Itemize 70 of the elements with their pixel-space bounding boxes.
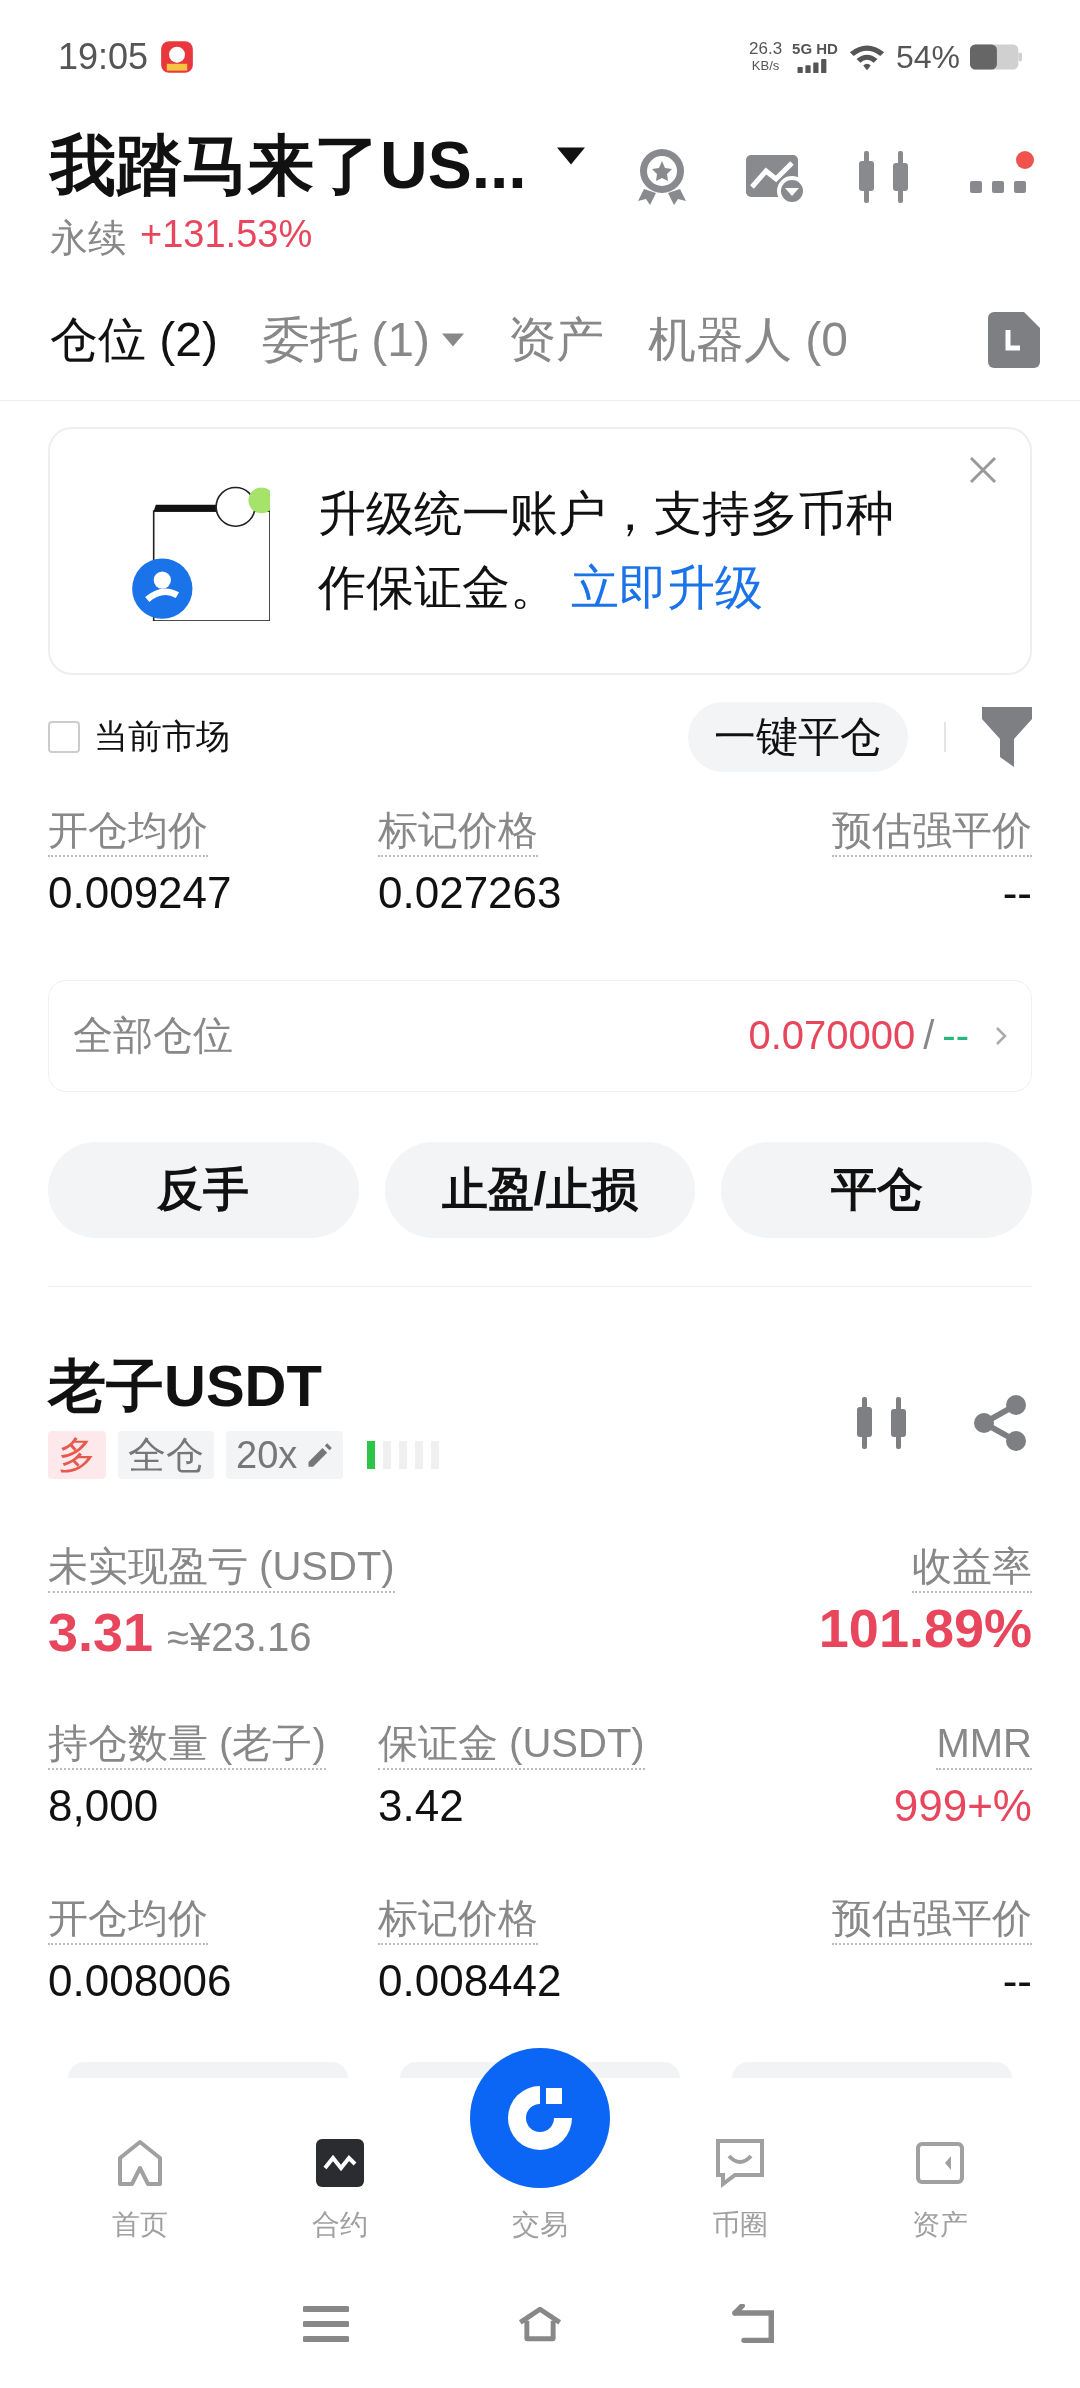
- field-label: 收益率: [912, 1541, 1032, 1594]
- battery-icon: [970, 44, 1022, 71]
- field-label: 标记价格: [378, 1893, 538, 1946]
- field-value: 999+%: [893, 1780, 1032, 1833]
- close-icon[interactable]: [968, 454, 998, 485]
- position-symbol: 老子USDT: [48, 1352, 323, 1421]
- separator: /: [923, 1013, 935, 1059]
- status-time: 19:05: [58, 36, 149, 79]
- tab[interactable]: 委托 (1): [262, 307, 464, 372]
- all-positions-row[interactable]: 全部仓位 0.070000 / --: [48, 979, 1032, 1092]
- checkbox-label[interactable]: 当前市场: [94, 713, 230, 760]
- field-value: 8,000: [48, 1780, 159, 1833]
- back-icon[interactable]: [731, 2304, 777, 2344]
- tag: 多: [48, 1431, 106, 1480]
- pulse-icon: [315, 2138, 365, 2189]
- pnl-approx: ≈¥23.16: [167, 1615, 312, 1661]
- history-icon[interactable]: [988, 310, 1040, 369]
- contract-title[interactable]: 我踏马来了US...: [50, 116, 527, 213]
- contract-type: 永续: [50, 215, 126, 261]
- tag: 全仓: [118, 1431, 214, 1480]
- field-value: 0.009247: [48, 866, 232, 919]
- upgrade-link[interactable]: 立即升级: [571, 560, 764, 614]
- field-label: 开仓均价: [48, 1893, 208, 1946]
- field-value: 0.027263: [378, 866, 562, 919]
- speed-unit: KB/s: [751, 57, 780, 75]
- nav-item[interactable]: 合约: [265, 2138, 415, 2245]
- field-value: 0.008442: [378, 1955, 562, 2008]
- battery-percent: 54%: [895, 39, 960, 76]
- action-button[interactable]: 反手: [48, 1141, 359, 1238]
- home-icon[interactable]: [517, 2304, 563, 2344]
- field-label: 开仓均价: [48, 804, 208, 857]
- chevron-icon: [995, 1024, 1007, 1047]
- pnl-value: 3.31: [48, 1601, 154, 1665]
- home-icon: [115, 2138, 165, 2189]
- field-value: --: [1002, 1955, 1032, 2008]
- field-label: 持仓数量 (老子): [48, 1718, 326, 1771]
- position-value: --: [942, 1013, 969, 1059]
- tab[interactable]: 机器人 (0: [648, 307, 848, 372]
- field-value: 0.008006: [48, 1955, 232, 2008]
- tab[interactable]: 资产: [508, 307, 604, 372]
- caret-icon[interactable]: [556, 146, 585, 165]
- nav-item[interactable]: 交易: [465, 2048, 615, 2245]
- field-label: 预估强平价: [832, 1893, 1032, 1946]
- tab[interactable]: 仓位 (2): [50, 307, 218, 372]
- position-value: 0.070000: [748, 1013, 916, 1059]
- action-button[interactable]: 平仓: [721, 1141, 1032, 1238]
- menu-icon[interactable]: [303, 2304, 349, 2344]
- field-label: MMR: [936, 1718, 1032, 1771]
- field-value: 3.42: [378, 1780, 464, 1833]
- nav-item[interactable]: 首页: [65, 2138, 215, 2245]
- roe-value: 101.89%: [818, 1597, 1032, 1661]
- leverage-tag[interactable]: 20x: [226, 1431, 344, 1480]
- price-change: +131.53%: [140, 212, 313, 257]
- nav-item[interactable]: 币圈: [665, 2138, 815, 2245]
- nav-item[interactable]: 资产: [865, 2138, 1015, 2245]
- all-positions-label: 全部仓位: [73, 1012, 233, 1060]
- checkbox[interactable]: [48, 720, 80, 753]
- field-value: --: [1002, 866, 1032, 919]
- network-type: 5G HD: [792, 41, 838, 58]
- field-label: 未实现盈亏 (USDT): [48, 1541, 395, 1594]
- chat-icon: [715, 2138, 765, 2189]
- field-label: 保证金 (USDT): [378, 1718, 645, 1771]
- action-button[interactable]: 止盈/止损: [384, 1141, 696, 1238]
- field-label: 预估强平价: [832, 804, 1032, 857]
- close-all-button[interactable]: 一键平仓: [688, 701, 908, 772]
- network-speed: 26.3: [749, 40, 783, 58]
- app-notification-icon: [160, 40, 195, 75]
- banner-text: 升级统一账户，支持多币种作保证金。 立即升级: [318, 485, 895, 616]
- field-label: 标记价格: [378, 804, 538, 857]
- filter-icon[interactable]: [982, 706, 1032, 767]
